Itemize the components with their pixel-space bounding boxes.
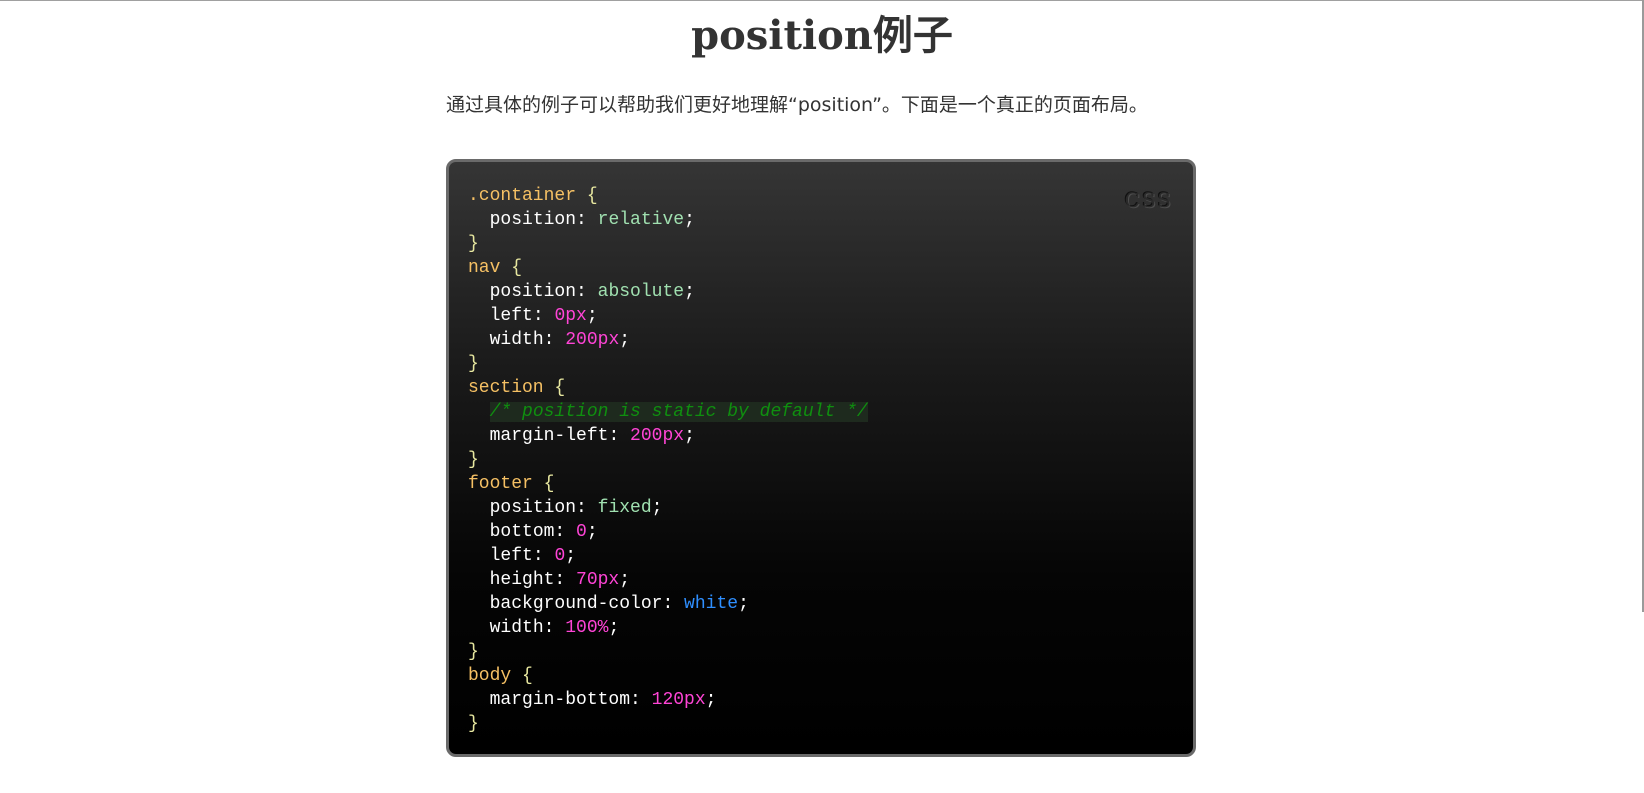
code-token-kw: relative [597,210,685,230]
code-token-punct: : [554,570,577,590]
code-line: position: absolute; [468,280,868,304]
intro-paragraph: 通过具体的例子可以帮助我们更好地理解“position”。下面是一个真正的页面布… [446,94,1148,116]
code-token-color: white [684,594,739,614]
code-line: bottom: 0; [468,520,868,544]
code-token-punct: ; [738,594,749,614]
code-line: margin-bottom: 120px; [468,688,868,712]
code-token-comment: /* position is static by default */ [489,402,868,422]
code-token-brace: { [532,474,555,494]
code-token-punct: : [662,594,685,614]
code-token-punct: ; [684,426,695,446]
code-token-punct: ; [586,522,598,542]
code-token-punct: ; [651,498,663,518]
code-line: width: 200px; [468,328,868,352]
code-line: section { [468,376,868,400]
code-line: left: 0; [468,544,868,568]
code-token-punct: ; [684,210,695,230]
code-token-punct: : [532,306,555,326]
code-line: width: 100%; [468,616,868,640]
code-token-prop: width [489,618,544,638]
code-token-prop: left [489,306,533,326]
code-token-num: 200px [565,330,620,350]
code-token-prop: position [489,498,577,518]
code-token-sel: section [468,378,544,398]
code-token-sel: nav [468,258,501,278]
code-token-punct: : [543,330,566,350]
code-line: } [468,640,868,664]
code-line: body { [468,664,868,688]
window-top-border [0,0,1644,1]
code-token-num: 0 [576,522,587,542]
code-token-num: 70px [576,570,620,590]
code-token-brace: { [500,258,523,278]
code-token-prop: bottom [489,522,555,542]
code-token-num: 0px [554,306,587,326]
code-token-punct: : [608,426,631,446]
code-token-kw: absolute [597,282,685,302]
code-token-kw: fixed [597,498,652,518]
code-line: position: fixed; [468,496,868,520]
code-token-brace: } [468,642,479,662]
code-token-num: 0 [554,546,566,566]
code-token-punct: ; [619,570,631,590]
code-content: .container { position: relative;} nav { p… [468,184,868,736]
code-line: } [468,232,868,256]
code-token-sel: body [468,666,512,686]
code-token-punct: ; [619,330,631,350]
code-token-prop: margin-left [489,426,609,446]
code-line: background-color: white; [468,592,868,616]
code-line: } [468,712,868,736]
code-line: .container { [468,184,868,208]
code-token-prop: left [489,546,533,566]
code-token-prop: margin-bottom [489,690,631,710]
code-line: position: relative; [468,208,868,232]
code-line: nav { [468,256,868,280]
code-token-punct: ; [586,306,598,326]
code-token-prop: width [489,330,544,350]
code-line: height: 70px; [468,568,868,592]
code-token-punct: : [576,282,598,302]
code-line: /* position is static by default */ [468,400,868,424]
code-line: footer { [468,472,868,496]
code-token-punct: : [543,618,566,638]
code-token-prop: position [489,282,577,302]
code-line: } [468,352,868,376]
code-token-punct: ; [608,618,620,638]
code-token-num: 100% [565,618,609,638]
code-token-brace: { [511,666,533,686]
code-token-punct: : [554,522,577,542]
code-line: left: 0px; [468,304,868,328]
code-token-num: 200px [630,426,685,446]
code-line: margin-left: 200px; [468,424,868,448]
code-token-punct: : [532,546,555,566]
code-token-brace: } [468,714,479,734]
page-title: position例子 [691,12,953,59]
code-token-punct: : [576,498,598,518]
code-token-brace: } [468,234,479,254]
code-token-punct: ; [565,546,577,566]
code-token-prop: height [489,570,555,590]
code-token-sel: .container [468,186,577,206]
code-token-num: 120px [651,690,706,710]
code-token-sel: footer [468,474,533,494]
code-token-prop: background-color [489,594,663,614]
code-line: } [468,448,868,472]
code-language-label: CSS [1124,188,1173,212]
code-token-prop: position [489,210,577,230]
code-token-punct: : [576,210,598,230]
code-token-brace: { [576,186,598,206]
code-token-brace: { [543,378,566,398]
code-block: CSS .container { position: relative;} nav… [446,159,1196,757]
code-token-punct: ; [705,690,717,710]
code-token-punct: ; [684,282,695,302]
code-token-brace: } [468,450,479,470]
code-token-brace: } [468,354,479,374]
code-token-punct: : [630,690,652,710]
